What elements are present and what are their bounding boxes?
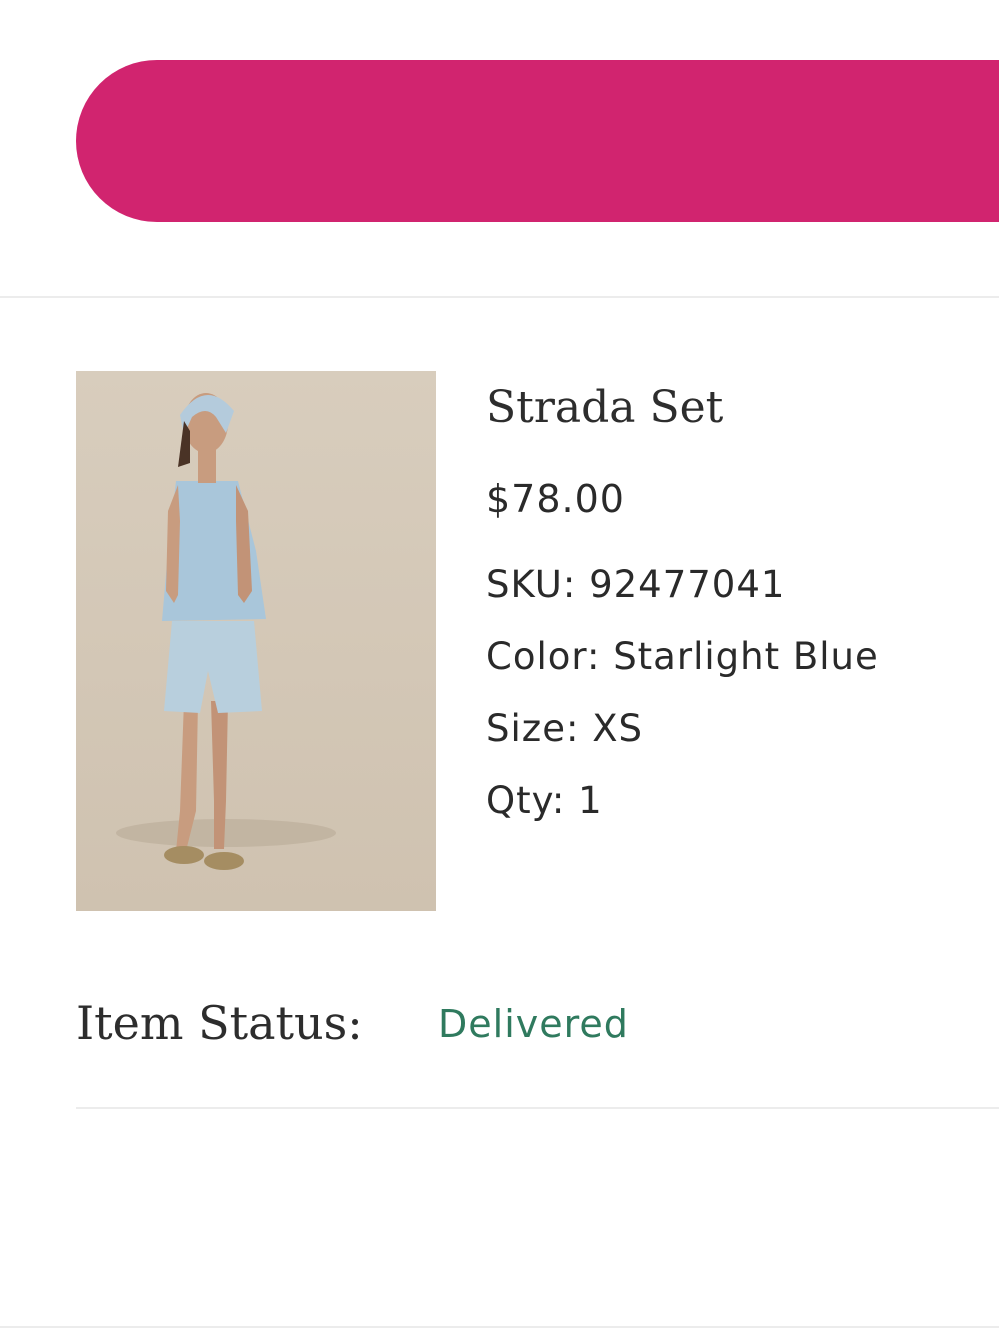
size-value: XS xyxy=(592,707,644,750)
color-row: Color: Starlight Blue xyxy=(486,634,986,680)
product-name[interactable]: Strada Set xyxy=(486,378,986,438)
size-row: Size: XS xyxy=(486,706,986,752)
divider xyxy=(0,1326,999,1328)
color-value: Starlight Blue xyxy=(613,635,879,678)
pink-action-button[interactable] xyxy=(76,60,999,222)
color-label: Color: xyxy=(486,635,601,678)
sku-label: SKU: xyxy=(486,563,577,606)
divider xyxy=(76,1107,999,1109)
product-photo-icon xyxy=(76,371,436,911)
qty-value: 1 xyxy=(578,779,603,822)
qty-row: Qty: 1 xyxy=(486,778,986,824)
item-status-label: Item Status: xyxy=(76,996,363,1050)
qty-label: Qty: xyxy=(486,779,566,822)
size-label: Size: xyxy=(486,707,580,750)
item-status-value: Delivered xyxy=(438,1002,629,1046)
product-price: $78.00 xyxy=(486,477,625,521)
sku-row: SKU: 92477041 xyxy=(486,562,986,608)
sku-value: 92477041 xyxy=(589,563,786,606)
divider xyxy=(0,296,999,298)
product-image[interactable] xyxy=(76,371,436,911)
item-details: Strada Set $78.00 SKU: 92477041 Color: S… xyxy=(486,378,986,824)
